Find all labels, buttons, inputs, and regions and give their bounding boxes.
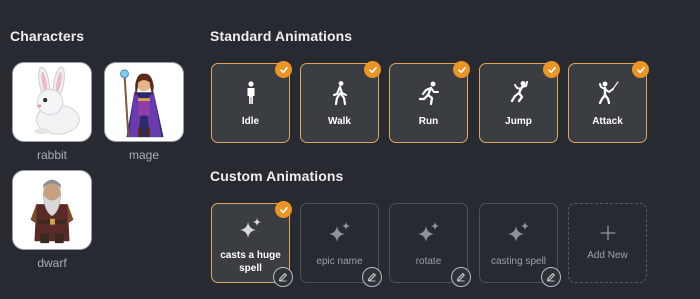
animation-label-attack: Attack: [592, 116, 623, 127]
character-label-dwarf: dwarf: [37, 256, 67, 270]
edit-pencil-button[interactable]: [362, 267, 382, 287]
pencil-icon: [546, 273, 555, 282]
selected-check-icon: [543, 61, 560, 78]
sparkles-icon: [328, 222, 350, 242]
animation-tile-jump[interactable]: Jump: [479, 61, 560, 143]
standing-person-icon: [247, 81, 254, 104]
pencil-icon: [367, 273, 376, 282]
selected-check-icon: [364, 61, 381, 78]
sparkles-icon: [417, 222, 439, 242]
animation-tile-attack[interactable]: Attack: [568, 61, 649, 143]
fencing-person-icon: [598, 81, 619, 105]
selected-check-icon: [632, 61, 649, 78]
selected-check-icon: [275, 201, 292, 218]
edit-pencil-button[interactable]: [541, 267, 561, 287]
rabbit-portrait-icon: [13, 63, 91, 141]
plus-icon: [600, 225, 615, 241]
running-person-icon: [418, 81, 439, 106]
edit-pencil-button[interactable]: [273, 267, 293, 287]
character-card-rabbit[interactable]: [12, 62, 92, 142]
standard-animations-heading: Standard Animations: [210, 28, 353, 44]
animation-tile-idle[interactable]: Idle: [211, 61, 292, 143]
animation-label-jump: Jump: [505, 116, 532, 127]
character-card-mage[interactable]: [104, 62, 184, 142]
custom-animation-tile-rotate[interactable]: rotate: [389, 203, 471, 287]
sparkles-icon: [507, 222, 529, 242]
custom-animations-heading: Custom Animations: [210, 168, 344, 184]
edit-pencil-button[interactable]: [451, 267, 471, 287]
selected-check-icon: [275, 61, 292, 78]
animation-label-run: Run: [418, 116, 439, 127]
animation-label-idle: Idle: [241, 116, 260, 127]
custom-animation-label-rotate: rotate: [415, 256, 442, 267]
dwarf-portrait-icon: [13, 171, 91, 249]
custom-animation-tile-casting-spell[interactable]: casting spell: [479, 203, 561, 287]
animation-tile-run[interactable]: Run: [389, 61, 470, 143]
custom-animation-tile-casts-a-huge-spell[interactable]: casts a huge spell: [211, 201, 293, 287]
animation-label-walk: Walk: [328, 116, 351, 127]
character-label-rabbit: rabbit: [36, 148, 68, 162]
custom-animation-tile-epic-name[interactable]: epic name: [300, 203, 382, 287]
mage-portrait-icon: [105, 63, 183, 141]
selected-check-icon: [453, 61, 470, 78]
add-new-animation-button[interactable]: Add New: [568, 203, 647, 283]
pencil-icon: [456, 273, 465, 282]
character-card-dwarf[interactable]: [12, 170, 92, 250]
add-new-label: Add New: [587, 250, 628, 261]
pencil-icon: [278, 273, 287, 282]
walking-person-icon: [332, 81, 347, 106]
characters-heading: Characters: [10, 28, 85, 44]
custom-animation-label-epic-name: epic name: [316, 256, 363, 267]
custom-animation-label-casting-spell: casting spell: [490, 256, 547, 267]
sparkles-icon: [239, 218, 261, 238]
character-label-mage: mage: [128, 148, 160, 162]
jumping-person-icon: [510, 81, 528, 103]
animation-tile-walk[interactable]: Walk: [300, 61, 381, 143]
